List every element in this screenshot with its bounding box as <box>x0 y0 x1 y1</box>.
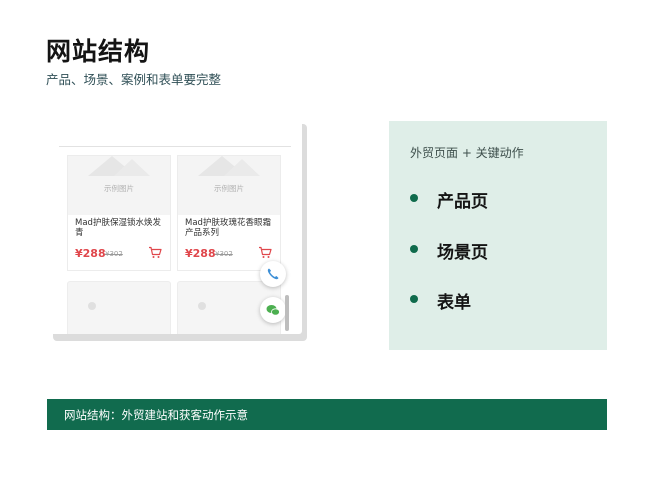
image-placeholder-label: 示例图片 <box>214 184 244 193</box>
scrollbar[interactable] <box>285 295 289 331</box>
bullet-icon <box>410 295 418 303</box>
image-icon-shape <box>224 159 260 176</box>
product-image-placeholder: 示例图片 <box>178 156 280 215</box>
product-price: ¥288 <box>75 247 106 260</box>
loading-product-card <box>67 281 171 334</box>
website-mockup: 示例图片 Mad护肤保湿锁水焕发青 ¥288 ¥302 示例图片 Mad护肤玫瑰… <box>47 119 302 334</box>
loading-dot <box>88 302 96 310</box>
image-placeholder-label: 示例图片 <box>104 184 134 193</box>
phone-button[interactable] <box>260 261 286 287</box>
wechat-button[interactable] <box>260 297 286 323</box>
panel-item-label: 产品页 <box>437 192 488 212</box>
image-icon-shape <box>114 159 150 176</box>
info-panel: 外贸页面 + 关键动作 产品页 场景页 表单 <box>389 121 607 350</box>
loading-dot <box>198 302 206 310</box>
panel-heading: 外贸页面 + 关键动作 <box>410 146 524 160</box>
mockup-divider <box>59 146 291 147</box>
caption-text: 网站结构：外贸建站和获客动作示意 <box>64 408 248 422</box>
phone-icon <box>267 268 279 280</box>
product-old-price: ¥302 <box>215 250 233 258</box>
product-name[interactable]: Mad护肤保湿锁水焕发青 <box>75 218 167 238</box>
bullet-icon <box>410 194 418 202</box>
cart-icon[interactable] <box>148 246 162 259</box>
product-card[interactable]: 示例图片 Mad护肤保湿锁水焕发青 ¥288 ¥302 <box>67 155 171 271</box>
product-name[interactable]: Mad护肤玫瑰花香眼霜产品系列 <box>185 218 277 238</box>
caption-banner: 网站结构：外贸建站和获客动作示意 <box>47 399 607 430</box>
wechat-icon <box>266 305 280 316</box>
bullet-icon <box>410 245 418 253</box>
product-image-placeholder: 示例图片 <box>68 156 170 215</box>
page-title: 网站结构 <box>46 37 151 66</box>
product-old-price: ¥302 <box>105 250 123 258</box>
panel-item-label: 场景页 <box>437 243 488 263</box>
panel-item-label: 表单 <box>437 293 471 313</box>
product-card[interactable]: 示例图片 Mad护肤玫瑰花香眼霜产品系列 ¥288 ¥302 <box>177 155 281 271</box>
product-price: ¥288 <box>185 247 216 260</box>
page-subtitle: 产品、场景、案例和表单要完整 <box>46 72 222 87</box>
cart-icon[interactable] <box>258 246 272 259</box>
